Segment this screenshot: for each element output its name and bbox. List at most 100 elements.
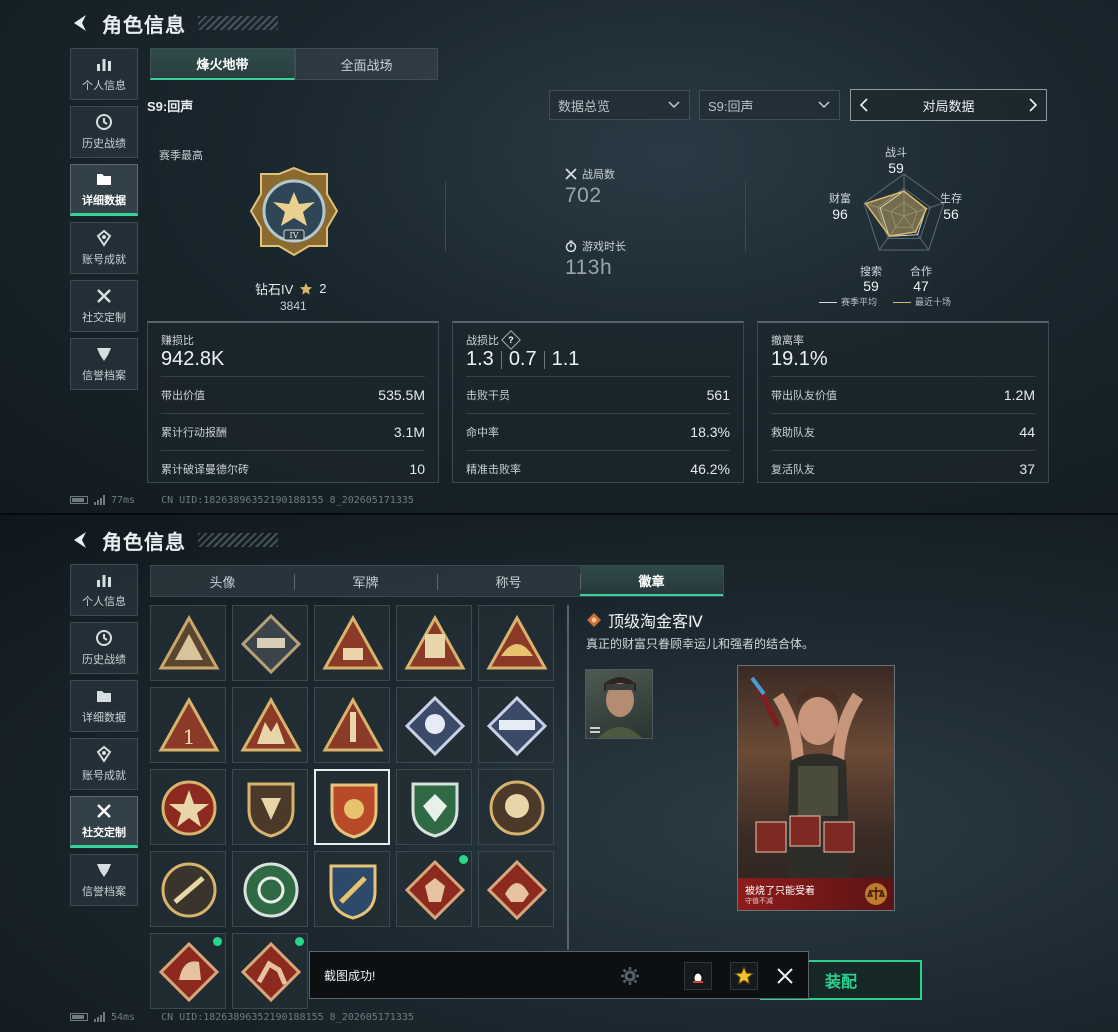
radar-value: 56	[943, 206, 959, 222]
nav-achievements[interactable]: 账号成就	[70, 738, 138, 790]
nav-achievements[interactable]: 账号成就	[70, 222, 138, 274]
divider	[445, 182, 446, 252]
side-nav: 个人信息 历史战绩 详细数据 账号成就 社交定制 信誉档案	[70, 564, 138, 912]
rank-name: 钻石IV 2	[255, 279, 327, 298]
tab-title[interactable]: 称号	[437, 566, 580, 596]
shield-badge-icon	[247, 782, 295, 838]
badge-cell[interactable]	[396, 769, 472, 845]
tab-avatar[interactable]: 头像	[151, 566, 294, 596]
folder-icon	[97, 691, 111, 702]
season-select[interactable]: S9:回声	[699, 90, 840, 120]
nav-personal-info[interactable]: 个人信息	[70, 564, 138, 616]
crosshair-badge-icon	[243, 862, 299, 918]
stat-row: 命中率 18.3%	[466, 413, 730, 450]
badge-cell[interactable]	[232, 933, 308, 1009]
radar-value: 96	[832, 206, 848, 222]
nav-history[interactable]: 历史战绩	[70, 106, 138, 158]
nav-label: 历史战绩	[82, 138, 126, 150]
triangle-badge-icon	[158, 614, 220, 670]
page-title: 角色信息	[102, 14, 186, 37]
extract-card: 撤离率 19.1% 带出队友价值 1.2M 救助队友 44 复活队友 37	[757, 321, 1049, 483]
favorite-button[interactable]	[730, 962, 758, 990]
badge-cell[interactable]	[314, 605, 390, 681]
card-value: 19.1%	[771, 348, 828, 370]
badge-cell[interactable]	[478, 605, 554, 681]
nav-reputation[interactable]: 信誉档案	[70, 854, 138, 906]
back-arrow-icon[interactable]	[70, 12, 92, 34]
badge-cell[interactable]	[478, 769, 554, 845]
tab-full-battlefield[interactable]: 全面战场	[295, 48, 438, 80]
ping: 77ms	[111, 494, 136, 506]
badge-cell[interactable]	[478, 687, 554, 763]
nav-label: 信誉档案	[82, 370, 126, 382]
title-bar: 角色信息	[70, 527, 278, 554]
badge-cell[interactable]	[232, 687, 308, 763]
share-qq-button[interactable]	[684, 962, 712, 990]
tab-dogtag[interactable]: 军牌	[294, 566, 437, 596]
badge-cell[interactable]	[314, 687, 390, 763]
badge-screen: 角色信息 个人信息 历史战绩 详细数据 账号成就 社交定制 信誉档案 头像 军牌…	[0, 515, 1118, 1032]
close-icon[interactable]	[776, 967, 794, 985]
badge-cell[interactable]: 1	[150, 687, 226, 763]
badge-cell[interactable]	[150, 933, 226, 1009]
building-badge-icon	[404, 614, 466, 670]
radar-value: 59	[863, 278, 879, 294]
tab-badge[interactable]: 徽章	[580, 566, 723, 596]
nav-detail-data[interactable]: 详细数据	[70, 164, 138, 216]
radar-value: 59	[888, 160, 904, 176]
chevron-left-icon[interactable]	[857, 97, 871, 113]
nav-label: 个人信息	[82, 596, 126, 608]
badge-cell[interactable]	[150, 769, 226, 845]
shield-icon	[97, 348, 111, 361]
title-decoration	[198, 533, 278, 547]
operator-avatar[interactable]	[585, 669, 653, 739]
nav-social[interactable]: 社交定制	[70, 280, 138, 332]
gear-icon[interactable]	[620, 966, 640, 986]
chevron-down-icon	[818, 101, 830, 109]
operator-portrait-icon	[590, 677, 642, 738]
nav-history[interactable]: 历史战绩	[70, 622, 138, 674]
nav-label: 详细数据	[82, 195, 126, 207]
signal-icon	[94, 495, 105, 505]
tools-icon	[97, 804, 111, 818]
badge-cell[interactable]	[396, 687, 472, 763]
rocket-badge-icon	[322, 696, 384, 752]
overview-select[interactable]: 数据总览	[549, 90, 690, 120]
nav-social[interactable]: 社交定制	[70, 796, 138, 848]
card-art-caption: 被烧了只能受着 守值不减	[738, 878, 894, 910]
badge-cell[interactable]	[150, 605, 226, 681]
badge-cell[interactable]	[314, 769, 390, 845]
runner-badge-icon	[240, 941, 302, 1003]
signal-icon	[94, 1012, 105, 1022]
status-bar: 54ms CN UID:18263896352190188155 8_20260…	[70, 1010, 414, 1024]
shield-icon	[97, 864, 111, 877]
back-arrow-icon[interactable]	[70, 529, 92, 551]
wolf-badge-icon	[404, 859, 466, 921]
card-header: 战损比 ?	[466, 330, 521, 350]
nav-detail-data[interactable]: 详细数据	[70, 680, 138, 732]
side-nav: 个人信息 历史战绩 详细数据 账号成就 社交定制 信誉档案	[70, 48, 138, 396]
help-icon[interactable]: ?	[501, 330, 521, 350]
nav-personal-info[interactable]: 个人信息	[70, 48, 138, 100]
chevron-right-icon[interactable]	[1026, 97, 1040, 113]
card-value: 942.8K	[161, 348, 225, 370]
helicopter-badge-icon	[240, 613, 302, 675]
badge-cell[interactable]	[150, 851, 226, 927]
tab-fire-zone[interactable]: 烽火地带	[150, 48, 295, 80]
badge-cell[interactable]	[478, 851, 554, 927]
season-high-label: 赛季最高	[159, 150, 203, 162]
badge-cell[interactable]	[314, 851, 390, 927]
card-value: 1.3 0.7 1.1	[466, 348, 580, 370]
nav-label: 详细数据	[82, 712, 126, 724]
badge-cell[interactable]	[396, 605, 472, 681]
nav-reputation[interactable]: 信誉档案	[70, 338, 138, 390]
badge-cell[interactable]	[232, 851, 308, 927]
badge-cell[interactable]	[232, 605, 308, 681]
nav-label: 账号成就	[82, 254, 126, 266]
badge-cell[interactable]	[232, 769, 308, 845]
kd-card: 战损比 ? 1.3 0.7 1.1 击败干员 561 命中率 18.3% 精准击败率…	[452, 321, 744, 483]
badge-cell[interactable]	[396, 851, 472, 927]
clock-icon	[96, 114, 112, 130]
uid-text: CN UID:18263896352190188155 8_2026051713…	[161, 1011, 414, 1023]
stat-row: 累计行动报酬 3.1M	[161, 413, 425, 450]
